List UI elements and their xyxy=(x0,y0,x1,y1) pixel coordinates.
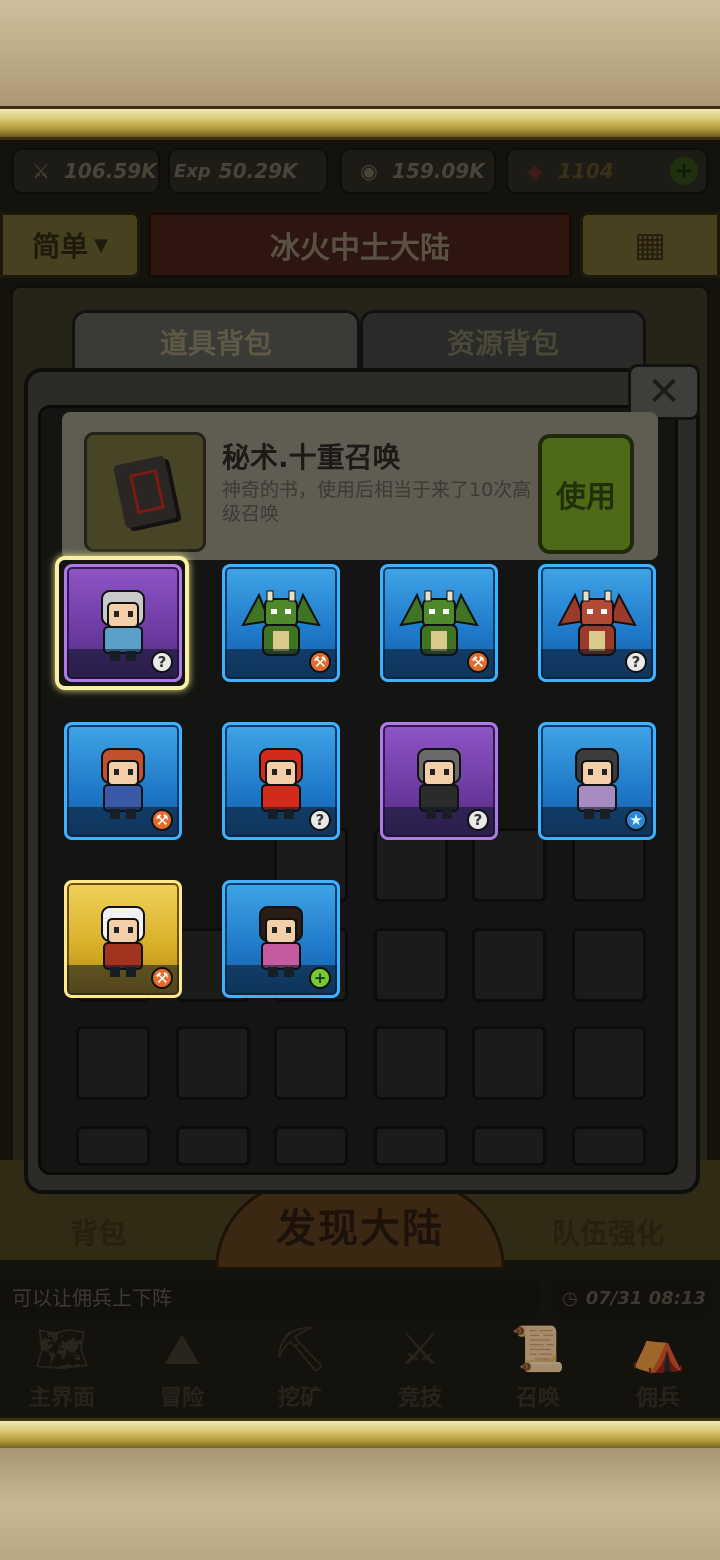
difficulty-label: 简单 xyxy=(32,230,89,263)
use-button[interactable]: 使用 xyxy=(538,434,634,554)
exp-icon: Exp xyxy=(174,160,211,182)
pickaxe-icon: ⛏ xyxy=(272,1324,328,1375)
wrench-icon: ⚒ xyxy=(309,651,331,673)
empty-slot xyxy=(76,1026,150,1100)
wrench-icon: ⚒ xyxy=(151,967,173,989)
hero-card-red-hair-warrior[interactable]: ⚒ xyxy=(64,722,182,840)
coin-icon: ◉ xyxy=(360,159,378,183)
empty-slot xyxy=(374,1126,448,1166)
nav-main[interactable]: 🗺 主界面 xyxy=(2,1320,122,1418)
attack-value: 106.59K xyxy=(64,159,157,183)
empty-slot xyxy=(472,1126,546,1166)
nav-arena[interactable]: ⚔ 竞技 xyxy=(360,1320,480,1418)
empty-slot xyxy=(274,1026,348,1100)
map-icon: ▦ xyxy=(633,225,667,265)
wrench-icon: ⚒ xyxy=(467,651,489,673)
hero-card-green-dragon[interactable]: ⚒ xyxy=(380,564,498,682)
team-boost-tab[interactable]: 队伍强化 xyxy=(552,1212,664,1252)
gold-resource: ◉ 159.09K xyxy=(340,148,496,194)
plus-icon: + xyxy=(309,967,331,989)
parchment-bottom xyxy=(0,1448,720,1560)
question-icon: ? xyxy=(467,809,489,831)
hero-card-white-hair-swordsman[interactable]: ⚒ xyxy=(64,880,182,998)
empty-slot xyxy=(572,928,646,1002)
tab-resource-bag[interactable]: 资源背包 xyxy=(360,310,646,374)
nav-mercenary[interactable]: ⛺ 佣兵 xyxy=(598,1320,718,1418)
swords-icon: ⚔ xyxy=(400,1324,440,1375)
scroll-icon: 📜 xyxy=(510,1324,566,1375)
empty-slot xyxy=(374,928,448,1002)
exp-value: 50.29K xyxy=(218,159,298,183)
nav-adventure[interactable]: ⛰ 冒险 xyxy=(122,1320,242,1418)
hero-card-red-hair-boy[interactable]: ? xyxy=(222,722,340,840)
hero-card-spiky-hair-fighter[interactable]: ★ xyxy=(538,722,656,840)
empty-slot xyxy=(176,1126,250,1166)
backpack-tab[interactable]: 背包 xyxy=(70,1212,126,1252)
gem-resource: ◆ 1104 + xyxy=(506,148,708,194)
clock-icon: ◷ xyxy=(562,1287,578,1309)
region-title: 冰火中土大陆 xyxy=(148,212,572,278)
hero-card-red-dragon[interactable]: ? xyxy=(538,564,656,682)
hero-card-green-dragon[interactable]: ⚒ xyxy=(222,564,340,682)
empty-slot xyxy=(76,1126,150,1166)
attack-resource: ⚔ 106.59K xyxy=(12,148,160,194)
gold-value: 159.09K xyxy=(392,159,485,183)
nav-adventure-label: 冒险 xyxy=(159,1386,204,1411)
question-icon: ? xyxy=(625,651,647,673)
caret-down-icon: ▼ xyxy=(94,234,108,256)
item-detail-icon xyxy=(84,432,206,552)
parchment-top xyxy=(0,0,720,110)
item-description: 神奇的书，使用后相当于来了10次高级召唤 xyxy=(222,479,532,525)
nav-summon[interactable]: 📜 召唤 xyxy=(478,1320,598,1418)
empty-slot xyxy=(572,1126,646,1166)
item-name: 秘术.十重召唤 xyxy=(222,441,401,474)
island-icon: ⛰ xyxy=(163,1324,201,1375)
empty-slot xyxy=(274,1126,348,1166)
hero-card-dark-hair-girl[interactable]: + xyxy=(222,880,340,998)
tab-item-bag[interactable]: 道具背包 xyxy=(72,310,360,374)
gem-icon: ◆ xyxy=(527,159,543,183)
nav-summon-label: 召唤 xyxy=(515,1386,560,1411)
book-icon xyxy=(112,455,178,529)
nav-mercenary-label: 佣兵 xyxy=(635,1386,680,1411)
question-icon: ? xyxy=(151,651,173,673)
ticker-text: 可以让佣兵上下阵 xyxy=(0,1278,540,1318)
map-icon: 🗺 xyxy=(34,1324,90,1375)
question-icon: ? xyxy=(309,809,331,831)
hero-card-gray-hair-man[interactable]: ? xyxy=(380,722,498,840)
nav-mining-label: 挖矿 xyxy=(277,1386,322,1411)
clock-value: 07/31 08:13 xyxy=(585,1287,706,1309)
star-icon: ★ xyxy=(625,809,647,831)
empty-slot xyxy=(472,1026,546,1100)
nav-arena-label: 竞技 xyxy=(397,1386,442,1411)
close-icon: ✕ xyxy=(647,369,681,415)
clock: ◷ 07/31 08:13 xyxy=(552,1278,712,1318)
hero-card-white-hair-hero[interactable]: ? xyxy=(64,564,182,682)
resource-bar: ⚔ 106.59K Exp 50.29K ◉ 159.09K ◆ 1104 + xyxy=(0,148,720,198)
sword-icon: ⚔ xyxy=(32,159,50,183)
wrench-icon: ⚒ xyxy=(151,809,173,831)
frame-bottom-bar xyxy=(0,1418,720,1452)
frame-top-bar xyxy=(0,106,720,140)
empty-slot xyxy=(572,1026,646,1100)
empty-slot xyxy=(176,1026,250,1100)
nav-main-label: 主界面 xyxy=(28,1386,95,1411)
exp-resource: Exp 50.29K xyxy=(168,148,328,194)
difficulty-dropdown[interactable]: 简单 ▼ xyxy=(0,212,140,278)
nav-mining[interactable]: ⛏ 挖矿 xyxy=(240,1320,360,1418)
add-gem-icon[interactable]: + xyxy=(670,157,698,185)
world-map-button[interactable]: ▦ xyxy=(580,212,720,278)
tent-icon: ⛺ xyxy=(630,1324,686,1375)
empty-slot xyxy=(374,1026,448,1100)
gem-value: 1104 xyxy=(558,159,614,183)
empty-slot xyxy=(472,928,546,1002)
